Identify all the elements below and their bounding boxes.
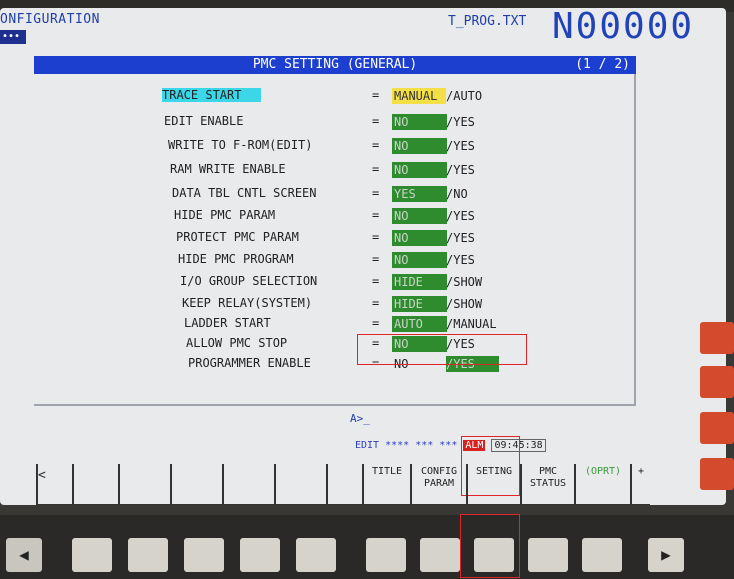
program-file-name: T_PROG.TXT [448, 14, 527, 29]
cnc-screen: ONFIGURATION ••• T_PROG.TXT N00000 PMC S… [0, 8, 726, 505]
pmc-setting-titlebar: PMC SETTING (GENERAL) (1 / 2) [34, 56, 636, 74]
setting-label: PROGRAMMER ENABLE [188, 356, 311, 370]
equals-sign: = [372, 88, 380, 102]
option-selected[interactable]: NO [392, 114, 447, 130]
setting-label: WRITE TO F-ROM(EDIT) [168, 138, 313, 152]
setting-label: EDIT ENABLE [164, 114, 244, 128]
option-selected[interactable]: NO [392, 208, 447, 224]
right-arrow-key[interactable]: ▶ [648, 538, 684, 572]
option-alternate[interactable]: /MANUAL [446, 316, 497, 332]
softkey-blank-1[interactable] [36, 464, 72, 505]
option-alternate[interactable]: /NO [446, 186, 468, 202]
bottom-softkey-4[interactable] [240, 538, 280, 572]
side-key[interactable] [700, 458, 734, 490]
equals-sign: = [372, 230, 380, 244]
softkey-blank-7[interactable] [326, 464, 362, 505]
equals-sign: = [372, 316, 380, 330]
softkey-bar: < TITLE CONFIG PARAM SETING PMC STATUS (… [34, 464, 654, 505]
option-selected[interactable]: HIDE [392, 274, 447, 290]
setting-label: LADDER START [184, 316, 271, 330]
option-selected[interactable]: HIDE [392, 296, 447, 312]
option-selected[interactable]: NO [392, 230, 447, 246]
settings-panel: TRACE START = MANUAL /AUTO EDIT ENABLE =… [34, 74, 636, 406]
option-alternate[interactable]: /AUTO [446, 88, 482, 104]
side-key[interactable] [700, 366, 734, 398]
option-selected[interactable]: YES [392, 186, 447, 202]
page-indicator: (1 / 2) [575, 57, 630, 72]
softkey-title[interactable]: TITLE [362, 464, 410, 505]
bottom-softkey-2[interactable] [128, 538, 168, 572]
menu-indicator: ••• [0, 30, 26, 44]
left-arrow-key[interactable]: ◀ [6, 538, 42, 572]
option-alternate[interactable]: /YES [446, 138, 475, 154]
option-alternate[interactable]: /YES [446, 252, 475, 268]
option-selected[interactable]: AUTO [392, 316, 447, 332]
bottom-softkey-3[interactable] [184, 538, 224, 572]
bottom-softkey-10[interactable] [582, 538, 622, 572]
option-selected[interactable]: NO [392, 252, 447, 268]
option-alternate[interactable]: /YES [446, 114, 475, 130]
equals-sign: = [372, 186, 380, 200]
softkey-blank-3[interactable] [118, 464, 170, 505]
equals-sign: = [372, 274, 380, 288]
annotation-box-bottom-key [460, 514, 520, 578]
equals-sign: = [372, 162, 380, 176]
softkey-oprt[interactable]: (OPRT) [574, 464, 630, 505]
equals-sign: = [372, 138, 380, 152]
program-number: N00000 [552, 8, 695, 47]
setting-label: TRACE START [162, 88, 262, 102]
screen-mode-title: ONFIGURATION [0, 12, 100, 27]
setting-label: I/O GROUP SELECTION [180, 274, 318, 288]
option-selected[interactable]: NO [392, 162, 447, 178]
option-selected[interactable]: MANUAL [392, 88, 446, 104]
side-key[interactable] [700, 412, 734, 444]
setting-label: KEEP RELAY(SYSTEM) [182, 296, 313, 310]
softkey-config-param[interactable]: CONFIG PARAM [410, 464, 466, 505]
setting-label: RAM WRITE ENABLE [170, 162, 286, 176]
softkey-blank-6[interactable] [274, 464, 326, 505]
softkey-setting[interactable]: SETING [466, 464, 520, 505]
bottom-softkey-1[interactable] [72, 538, 112, 572]
mode-status: EDIT **** *** *** [355, 440, 458, 451]
softkey-plus[interactable]: + [630, 464, 650, 505]
equals-sign: = [372, 296, 380, 310]
option-alternate[interactable]: /YES [446, 230, 475, 246]
bottom-softkey-7[interactable] [420, 538, 460, 572]
bottom-softkey-9[interactable] [528, 538, 568, 572]
setting-label: DATA TBL CNTL SCREEN [172, 186, 317, 200]
side-key[interactable] [700, 322, 734, 354]
equals-sign: = [372, 252, 380, 266]
option-alternate[interactable]: /SHOW [446, 274, 482, 290]
softkey-blank-5[interactable] [222, 464, 274, 505]
option-alternate[interactable]: /YES [446, 162, 475, 178]
softkey-pmc-status[interactable]: PMC STATUS [520, 464, 574, 505]
option-selected[interactable]: NO [392, 138, 447, 154]
equals-sign: = [372, 208, 380, 222]
setting-label: HIDE PMC PARAM [174, 208, 276, 222]
setting-label: ALLOW PMC STOP [186, 336, 288, 350]
command-line[interactable]: A>_ [350, 412, 370, 425]
option-alternate[interactable]: /SHOW [446, 296, 482, 312]
option-alternate[interactable]: /YES [446, 208, 475, 224]
bottom-softkey-5[interactable] [296, 538, 336, 572]
softkey-blank-2[interactable] [72, 464, 118, 505]
softkey-blank-4[interactable] [170, 464, 222, 505]
setting-label: PROTECT PMC PARAM [176, 230, 299, 244]
bottom-softkey-6[interactable] [366, 538, 406, 572]
equals-sign: = [372, 114, 380, 128]
setting-label: HIDE PMC PROGRAM [178, 252, 294, 266]
titlebar-title: PMC SETTING (GENERAL) [252, 57, 418, 72]
annotation-box-programmer-enable [357, 334, 527, 365]
